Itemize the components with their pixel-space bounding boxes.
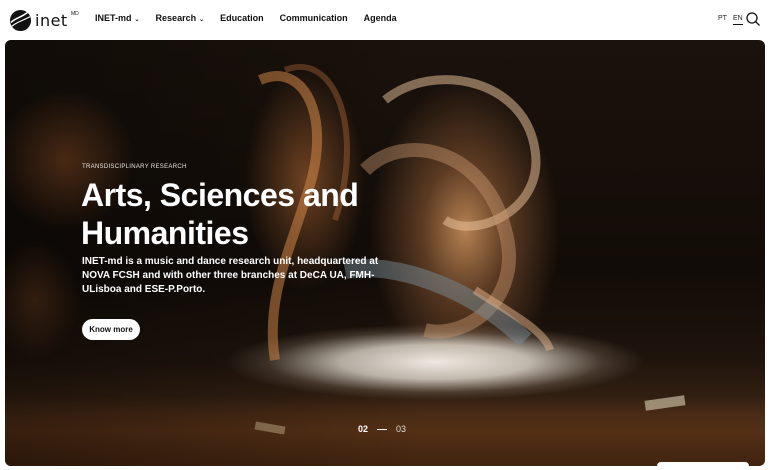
hero-shade-overlay [5,40,425,466]
bottom-corner-tab [657,462,749,470]
language-pt[interactable]: PT [718,15,727,25]
hero-description: INET-md is a music and dance research un… [82,256,379,295]
hero-eyebrow: TRANSDISCIPLINARY RESEARCH [82,164,187,170]
nav-item-label: Agenda [363,13,397,23]
know-more-button[interactable]: Know more [82,319,140,340]
logo-text: inet [35,10,68,30]
nav-item-label: Communication [279,13,348,23]
nav-item-inet-md[interactable]: INET-md ⌄ [95,13,140,23]
nav-item-education[interactable]: Education [220,13,264,23]
chevron-down-icon: ⌄ [134,16,140,23]
hero-banner [5,40,765,466]
logo-mark-icon [9,9,32,31]
nav-item-communication[interactable]: Communication [280,13,348,23]
logo[interactable]: inet MD [9,8,79,32]
site-header: inet MD INET-md ⌄ Research ⌄ Education C… [0,0,770,40]
language-switcher: PT EN [718,15,743,25]
slide-pager: 02 03 [358,424,406,434]
main-nav: INET-md ⌄ Research ⌄ Education Communica… [95,13,413,23]
logo-superscript: MD [71,11,79,17]
nav-item-label: Education [220,13,264,23]
nav-item-agenda[interactable]: Agenda [364,13,397,23]
nav-item-research[interactable]: Research ⌄ [156,13,205,23]
nav-item-label: INET-md [95,13,132,23]
pager-current: 02 [358,424,369,434]
pager-divider [377,428,388,430]
nav-item-label: Research [155,13,197,23]
language-en[interactable]: EN [732,15,743,25]
pager-next[interactable]: 03 [396,424,406,434]
chevron-down-icon: ⌄ [199,16,205,23]
hero-title: Arts, Sciences and Humanities [81,177,359,251]
search-icon[interactable] [745,11,761,27]
